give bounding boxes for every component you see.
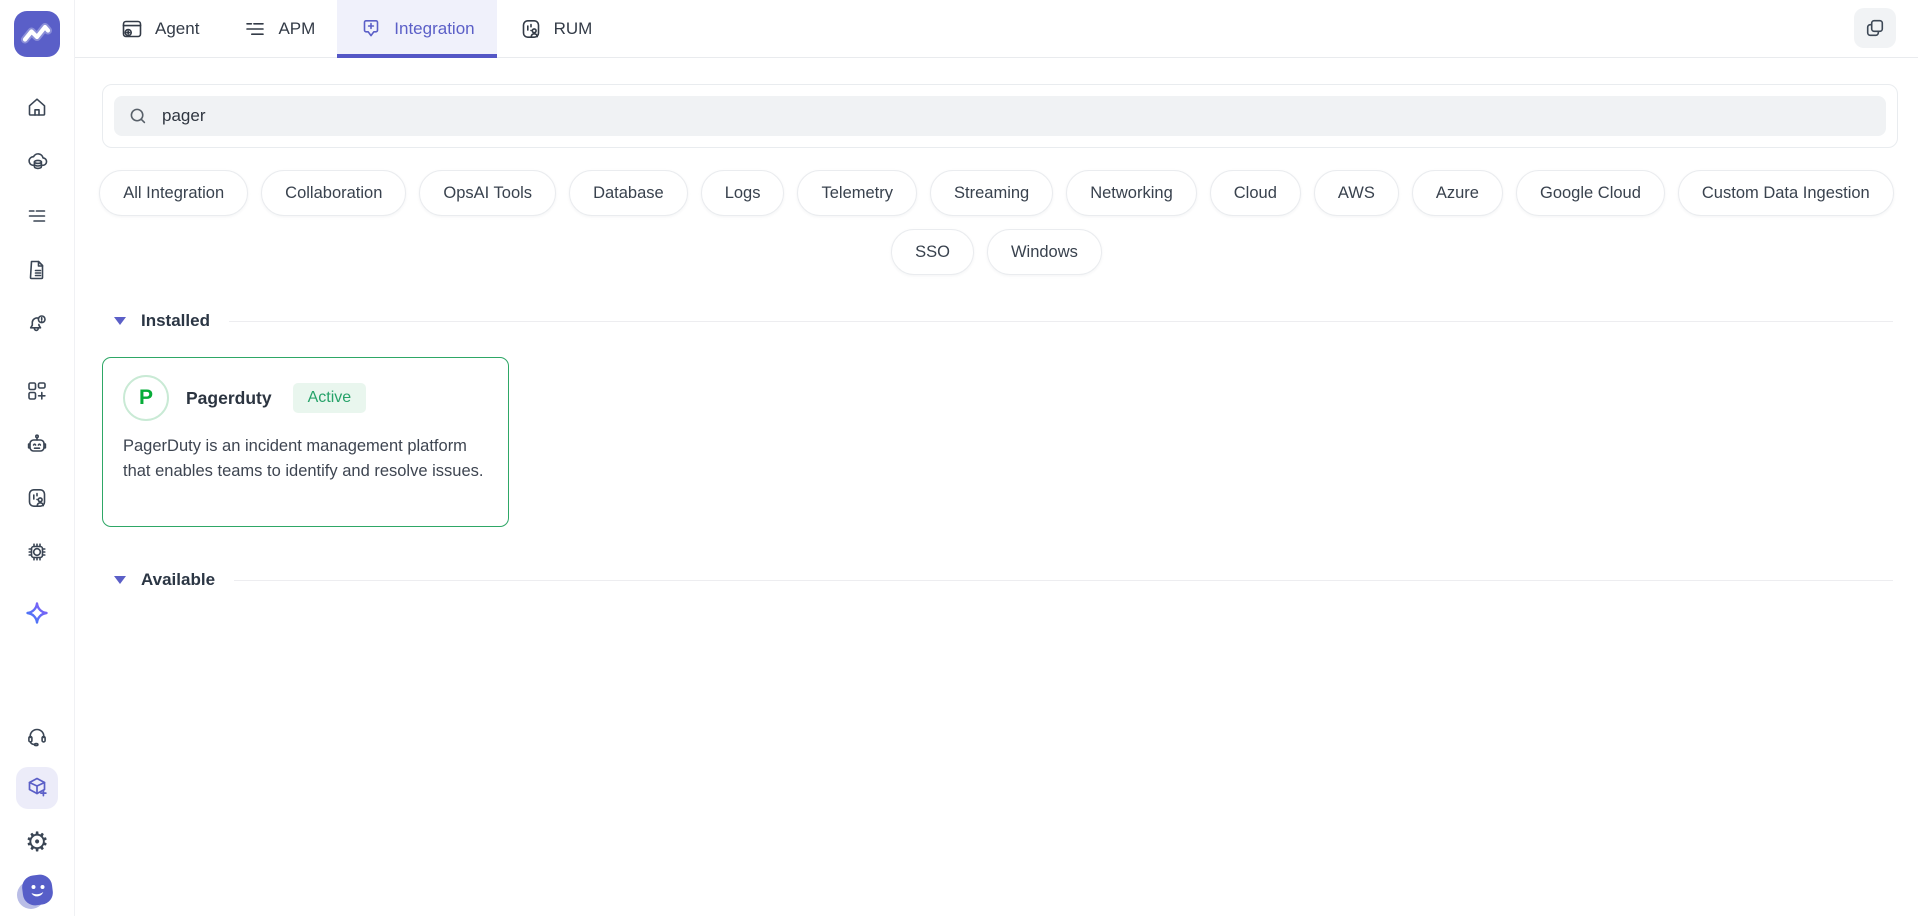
- document-icon: [25, 258, 49, 282]
- copy-icon: [1863, 16, 1887, 40]
- installed-section-label: Installed: [141, 311, 210, 331]
- available-section-header: Available: [102, 570, 1893, 590]
- tab-agent-label: Agent: [155, 19, 199, 39]
- sidebar-item-assistant[interactable]: [25, 433, 49, 457]
- integration-description: PagerDuty is an incident management plat…: [123, 434, 488, 484]
- sidebar-item-alerts[interactable]: [25, 312, 49, 336]
- section-divider: [229, 321, 1893, 322]
- sidebar-item-metrics[interactable]: [25, 150, 49, 174]
- filter-chip-azure[interactable]: Azure: [1412, 170, 1503, 216]
- filter-chip-windows[interactable]: Windows: [987, 229, 1102, 275]
- tab-apm-label: APM: [278, 19, 315, 39]
- tab-apm[interactable]: APM: [221, 0, 337, 57]
- rum-device-user-icon: [25, 486, 49, 510]
- pagerduty-logo: P: [123, 375, 169, 421]
- app-logo[interactable]: [14, 11, 60, 57]
- integration-name: Pagerduty: [186, 388, 272, 409]
- collapse-caret-icon[interactable]: [114, 576, 126, 584]
- home-icon: [25, 95, 49, 119]
- filter-chip-sso[interactable]: SSO: [891, 229, 974, 275]
- robot-icon: [25, 433, 49, 457]
- filter-chip-row: All Integration Collaboration OpsAI Tool…: [99, 170, 1894, 275]
- sidebar-item-rum[interactable]: [25, 486, 49, 510]
- apm-lines-icon: [243, 17, 267, 41]
- filter-chip-google-cloud[interactable]: Google Cloud: [1516, 170, 1665, 216]
- sidebar-item-logs[interactable]: [25, 204, 49, 228]
- cloud-database-icon: [25, 150, 49, 174]
- integration-card-header: P Pagerduty Active: [123, 375, 488, 421]
- tab-agent[interactable]: Agent: [98, 0, 221, 57]
- sidebar: ⚙: [0, 0, 75, 916]
- user-avatar[interactable]: [16, 870, 58, 912]
- search-card: [102, 84, 1898, 148]
- filter-chip-opsai-tools[interactable]: OpsAI Tools: [419, 170, 556, 216]
- sidebar-item-settings[interactable]: ⚙: [25, 830, 49, 854]
- sidebar-item-reports[interactable]: [25, 258, 49, 282]
- integration-card-pagerduty[interactable]: P Pagerduty Active PagerDuty is an incid…: [102, 357, 509, 527]
- tab-integration-label: Integration: [394, 19, 474, 39]
- headset-icon: [25, 724, 49, 748]
- integrations-cube-plus-icon: [23, 774, 51, 802]
- filter-chip-aws[interactable]: AWS: [1314, 170, 1399, 216]
- tab-integration[interactable]: Integration: [337, 0, 496, 57]
- search-input[interactable]: [162, 106, 1873, 126]
- logo-wave-icon: [14, 11, 60, 57]
- sidebar-item-cost[interactable]: [25, 540, 49, 564]
- apps-grid-plus-icon: [25, 379, 49, 403]
- status-badge: Active: [293, 383, 367, 413]
- available-section-label: Available: [141, 570, 215, 590]
- copy-button[interactable]: [1854, 8, 1896, 48]
- sidebar-item-support[interactable]: [25, 724, 49, 748]
- collapse-caret-icon[interactable]: [114, 317, 126, 325]
- filter-chip-database[interactable]: Database: [569, 170, 688, 216]
- search-box[interactable]: [114, 96, 1886, 136]
- integration-badge-plus-icon: [359, 17, 383, 41]
- sidebar-item-apps[interactable]: [25, 379, 49, 403]
- filter-chip-networking[interactable]: Networking: [1066, 170, 1197, 216]
- top-tab-bar: Agent APM Integration: [75, 0, 1918, 58]
- section-divider: [234, 580, 1893, 581]
- rum-device-user-icon: [519, 17, 543, 41]
- search-icon: [127, 105, 149, 127]
- gear-icon: ⚙: [25, 830, 49, 854]
- filter-chip-streaming[interactable]: Streaming: [930, 170, 1053, 216]
- filter-chip-cloud[interactable]: Cloud: [1210, 170, 1301, 216]
- log-lines-icon: [25, 204, 49, 228]
- filter-chip-telemetry[interactable]: Telemetry: [797, 170, 917, 216]
- cost-chip-icon: [25, 540, 49, 564]
- pagerduty-logo-letter: P: [139, 386, 153, 410]
- avatar-smiley-icon: [16, 870, 58, 912]
- agent-window-plus-icon: [120, 17, 144, 41]
- main-area: Agent APM Integration: [75, 0, 1918, 916]
- filter-chip-logs[interactable]: Logs: [701, 170, 785, 216]
- sidebar-item-integrations[interactable]: [16, 767, 58, 809]
- tab-rum[interactable]: RUM: [497, 0, 615, 57]
- filter-chip-all-integration[interactable]: All Integration: [99, 170, 248, 216]
- sidebar-item-home[interactable]: [25, 95, 49, 119]
- alert-bell-icon: [25, 312, 49, 336]
- sidebar-item-ai[interactable]: [24, 600, 50, 626]
- tab-rum-label: RUM: [554, 19, 593, 39]
- filter-chip-collaboration[interactable]: Collaboration: [261, 170, 406, 216]
- installed-section-header: Installed: [102, 311, 1893, 331]
- ai-sparkle-icon: [24, 600, 50, 626]
- filter-chip-custom-data-ingestion[interactable]: Custom Data Ingestion: [1678, 170, 1894, 216]
